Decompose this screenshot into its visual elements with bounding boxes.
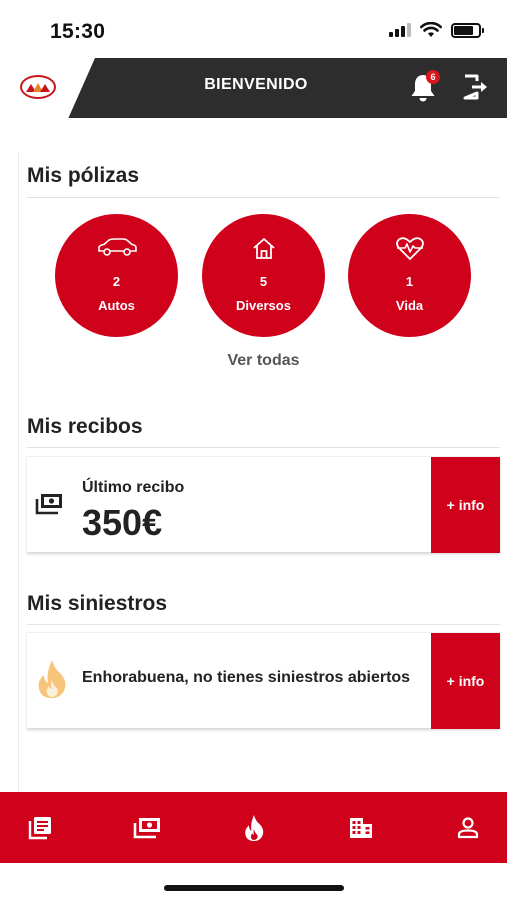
nav-claims[interactable] <box>239 813 269 843</box>
policy-count: 2 <box>112 274 121 289</box>
policy-card-diversos[interactable]: 5 Diversos <box>202 214 325 337</box>
view-all-policies-link[interactable]: Ver todas <box>0 352 507 370</box>
banknote-icon <box>35 493 63 520</box>
claims-section-title: Mis siniestros <box>27 592 168 615</box>
status-icons <box>389 22 484 38</box>
policy-label: Vida <box>395 298 424 313</box>
policies-section-title: Mis pólizas <box>27 164 140 187</box>
heart-pulse-icon <box>348 236 471 262</box>
policies-divider <box>27 197 500 198</box>
nav-policies[interactable] <box>25 813 55 843</box>
nav-receipts[interactable] <box>132 813 162 843</box>
claims-icon <box>245 814 264 841</box>
policies-icon <box>28 816 51 839</box>
nav-offices[interactable] <box>346 813 376 843</box>
claims-divider <box>27 624 500 625</box>
content-rail <box>18 152 19 792</box>
logout-icon <box>463 74 487 100</box>
cellular-signal-icon <box>389 23 411 37</box>
claims-status-message: Enhorabuena, no tienes siniestros abiert… <box>82 669 411 686</box>
notification-badge: 6 <box>426 70 440 84</box>
status-bar: 15:30 <box>0 0 507 58</box>
home-indicator[interactable] <box>164 885 344 891</box>
profile-icon <box>457 816 479 838</box>
offices-icon <box>350 817 372 838</box>
claims-card: Enhorabuena, no tienes siniestros abiert… <box>27 632 500 729</box>
policy-count: 5 <box>259 274 268 289</box>
receipts-icon <box>133 817 160 838</box>
nav-profile[interactable] <box>453 813 483 843</box>
policy-card-vida[interactable]: 1 Vida <box>348 214 471 337</box>
receipts-section-title: Mis recibos <box>27 415 143 438</box>
car-icon <box>55 236 178 258</box>
receipts-divider <box>27 447 500 448</box>
fire-icon <box>35 658 69 705</box>
policy-count: 1 <box>405 274 414 289</box>
receipt-info-button[interactable]: + info <box>431 457 500 553</box>
house-icon <box>202 236 325 262</box>
policy-label: Autos <box>98 298 135 313</box>
last-receipt-amount: 350€ <box>82 502 163 543</box>
logout-button[interactable] <box>461 72 491 102</box>
claims-info-button[interactable]: + info <box>431 633 500 729</box>
main-content: Mis pólizas 2 Autos 5 Diversos 1 Vida Ve… <box>0 118 507 792</box>
notifications-button[interactable]: 6 <box>408 70 440 104</box>
wifi-icon <box>420 22 442 37</box>
last-receipt-card: Último recibo 350€ + info <box>27 456 500 553</box>
status-time: 15:30 <box>50 20 106 43</box>
last-receipt-label: Último recibo <box>82 479 185 496</box>
app-header: BIENVENIDO 6 <box>0 58 507 118</box>
policy-label: Diversos <box>236 298 291 313</box>
battery-icon <box>451 22 484 38</box>
policy-card-autos[interactable]: 2 Autos <box>55 214 178 337</box>
bottom-navigation <box>0 792 507 863</box>
